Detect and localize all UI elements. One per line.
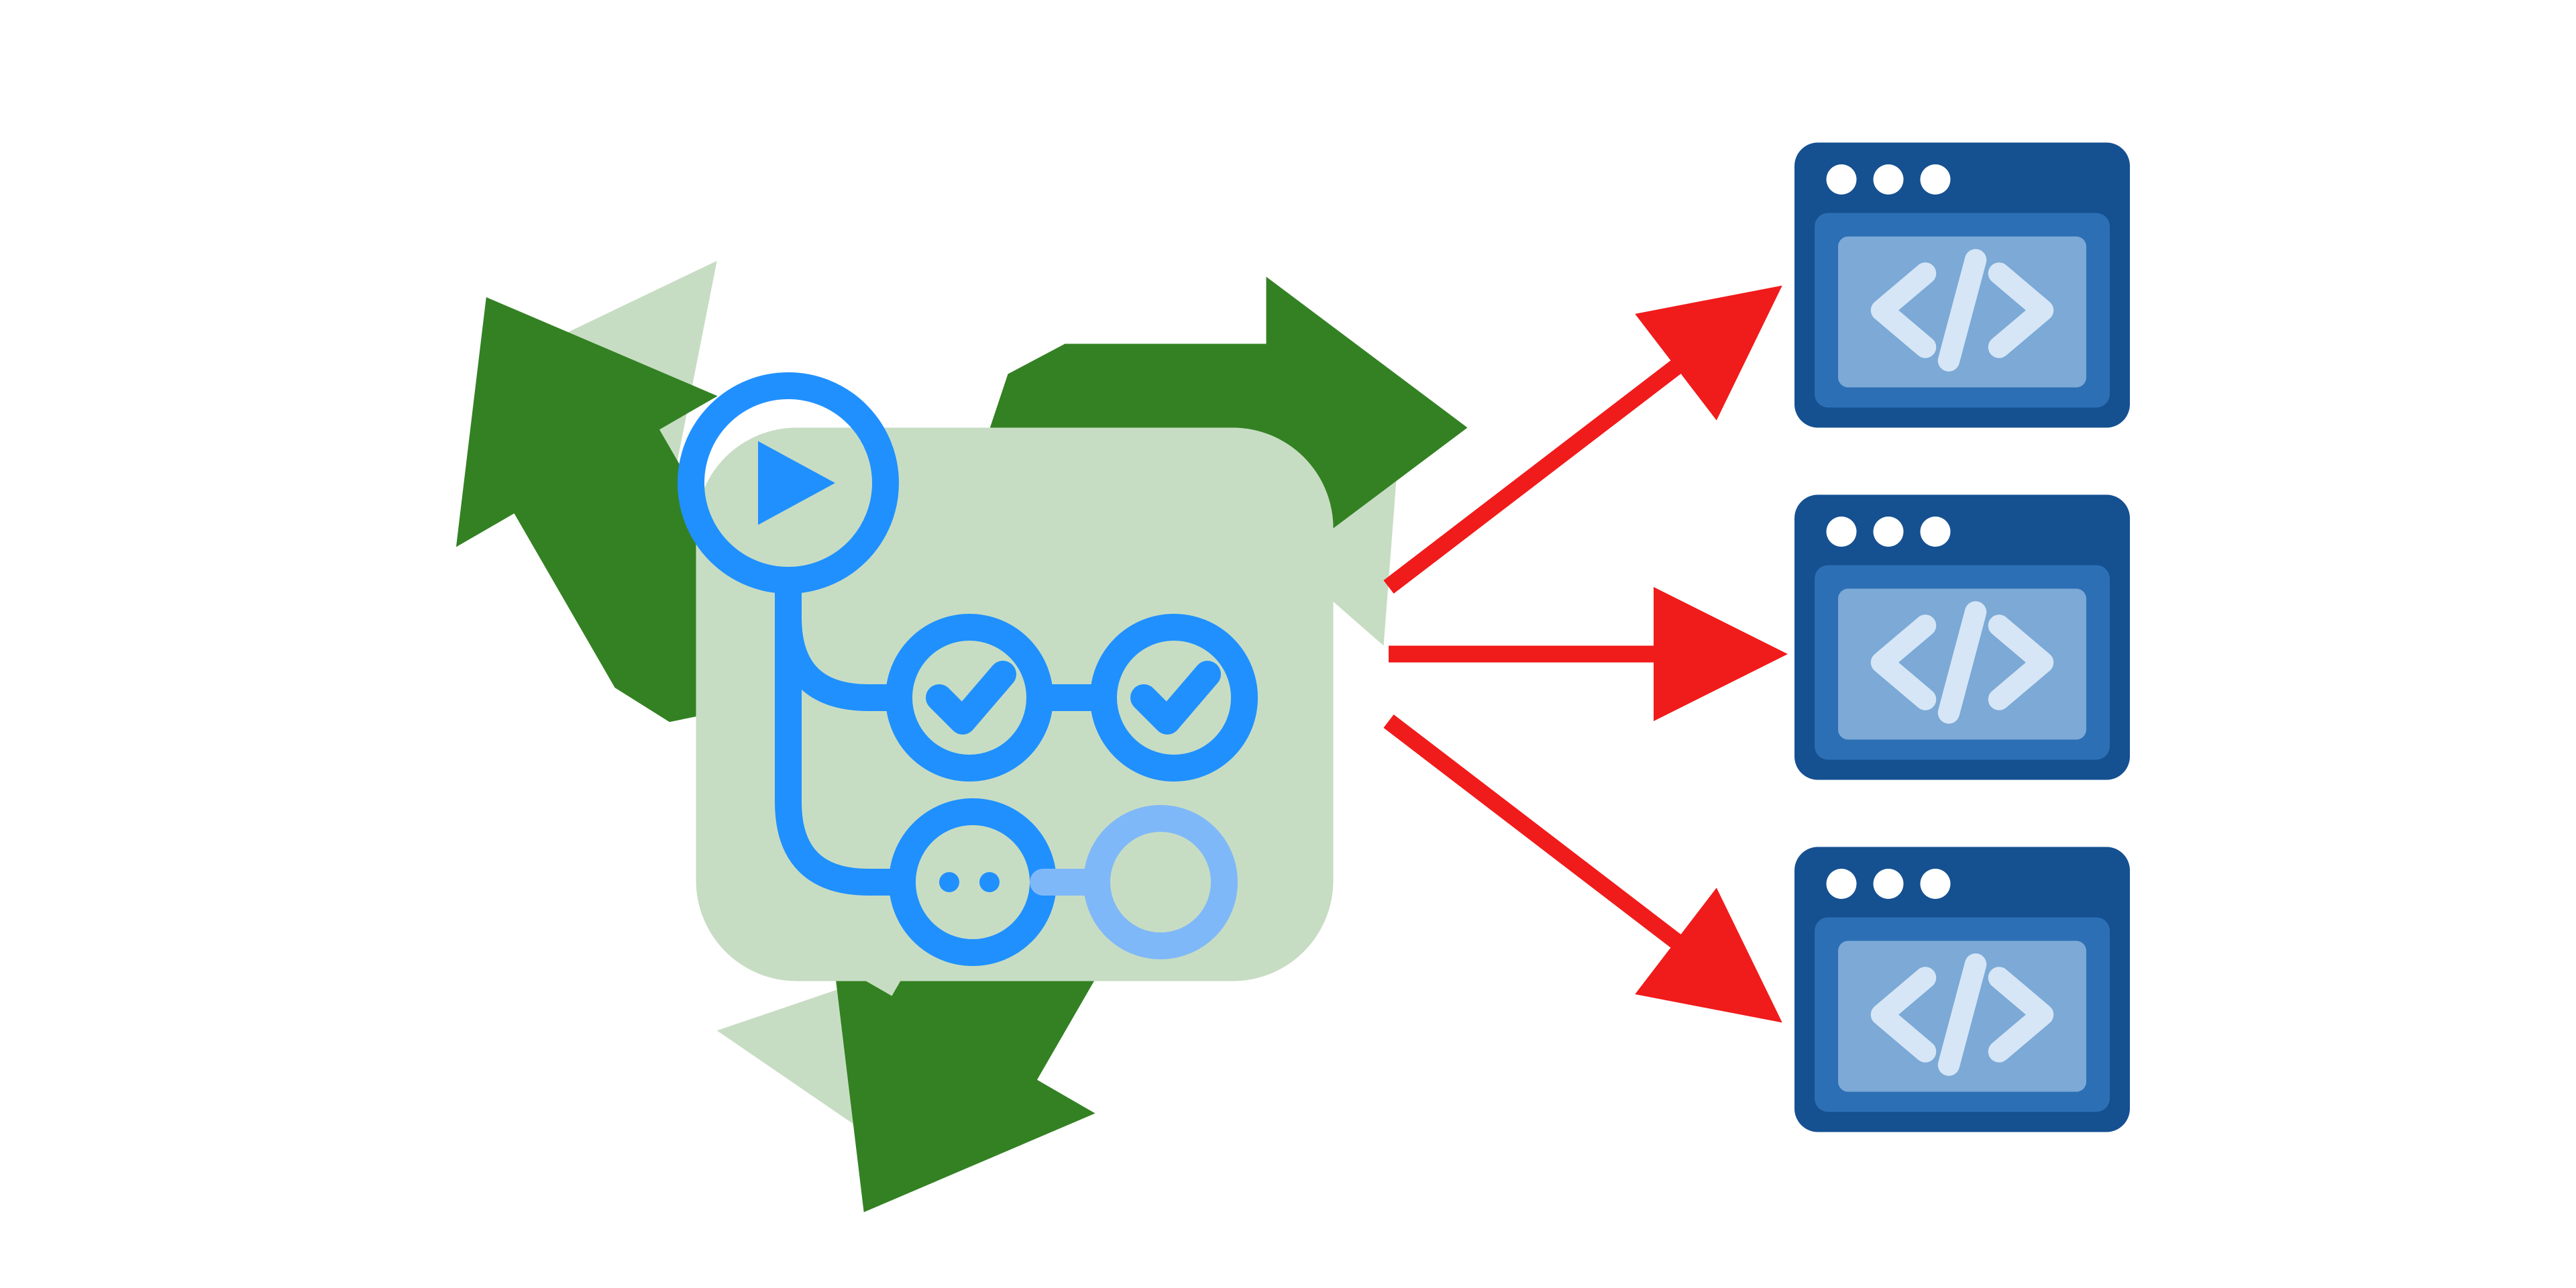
- diagram-canvas: [0, 0, 2576, 1288]
- arrow-3: [1389, 721, 1761, 1006]
- code-window-2: [1794, 495, 2130, 780]
- code-windows: [1794, 143, 2130, 1132]
- code-window-1: [1794, 143, 2130, 428]
- code-window-3: [1794, 847, 2130, 1132]
- arrows: [1389, 302, 1761, 1006]
